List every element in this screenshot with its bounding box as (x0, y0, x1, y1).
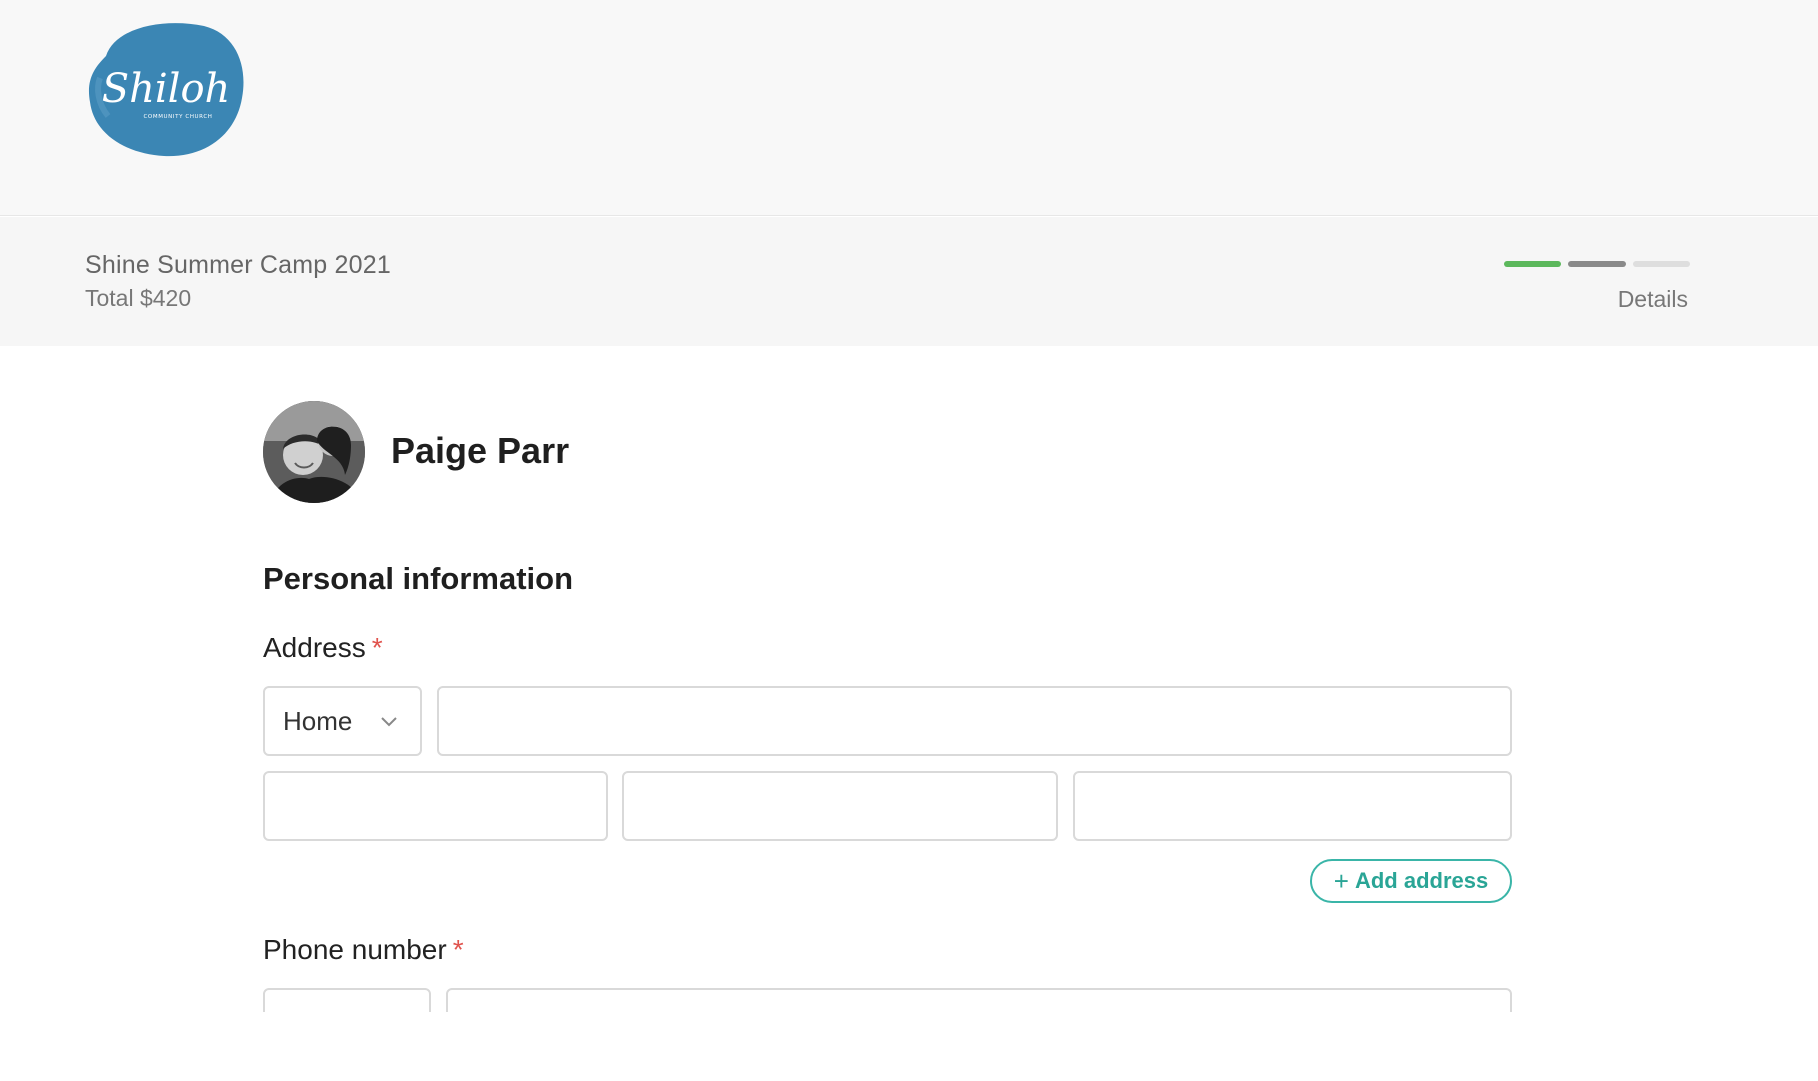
address-label: Address * (263, 632, 383, 664)
address-label-text: Address (263, 632, 366, 663)
progress-step-2 (1568, 261, 1626, 267)
progress-step-3 (1632, 261, 1690, 267)
state-input[interactable] (622, 771, 1058, 841)
phone-country-select[interactable] (263, 988, 431, 1012)
required-marker: * (371, 632, 383, 663)
street-address-input[interactable] (437, 686, 1512, 756)
event-summary-bar: Shine Summer Camp 2021 Total $420 Detail… (0, 217, 1818, 346)
phone-label: Phone number * (263, 934, 464, 966)
logo-graphic: Shiloh COMMUNITY CHURCH (88, 23, 244, 157)
event-total: Total $420 (85, 285, 192, 311)
required-marker: * (452, 934, 464, 965)
progress-indicator (1504, 261, 1690, 267)
plus-icon: + (1333, 866, 1349, 896)
zip-input[interactable] (1073, 771, 1512, 841)
event-title: Shine Summer Camp 2021 (85, 251, 391, 279)
site-header: Shiloh COMMUNITY CHURCH (0, 0, 1818, 216)
svg-text:COMMUNITY CHURCH: COMMUNITY CHURCH (143, 114, 212, 120)
phone-label-text: Phone number (263, 934, 447, 965)
progress-step-label: Details (1617, 286, 1688, 312)
add-address-button[interactable]: + Add address (1310, 859, 1512, 903)
address-type-select[interactable]: Home (263, 686, 422, 756)
progress-step-1 (1504, 261, 1562, 267)
shiloh-logo[interactable]: Shiloh COMMUNITY CHURCH (86, 18, 246, 160)
section-title: Personal information (263, 561, 574, 596)
svg-text:Shiloh: Shiloh (102, 66, 231, 112)
city-input[interactable] (263, 771, 608, 841)
avatar (263, 401, 365, 503)
chevron-down-icon (381, 717, 397, 727)
person-name: Paige Parr (391, 430, 570, 471)
registration-page: Shiloh COMMUNITY CHURCH Shine Summer Cam… (0, 0, 1818, 1081)
profile-photo-icon (263, 401, 365, 503)
phone-fields-row (0, 988, 1818, 1012)
address-type-value: Home (283, 705, 353, 736)
phone-number-input[interactable] (446, 988, 1512, 1012)
add-address-label: Add address (1354, 868, 1489, 893)
